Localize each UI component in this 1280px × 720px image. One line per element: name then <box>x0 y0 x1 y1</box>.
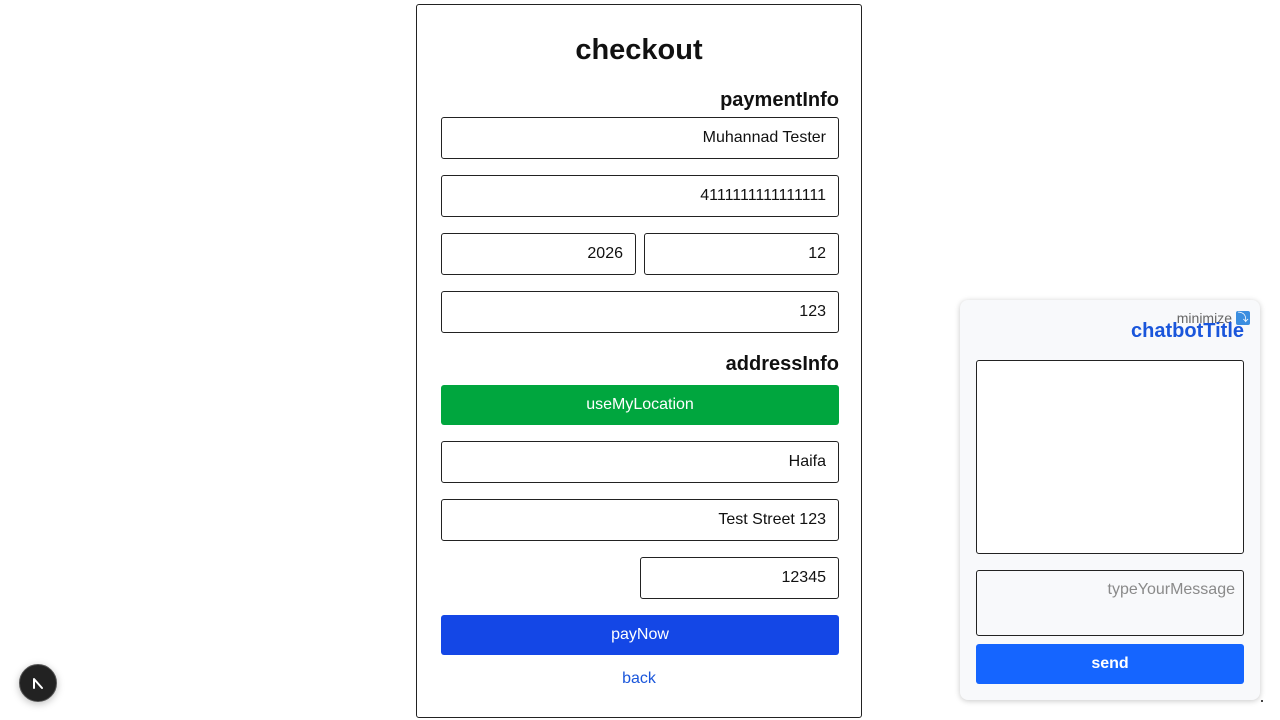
street-input[interactable] <box>441 499 839 541</box>
city-input[interactable] <box>441 441 839 483</box>
zip-input[interactable] <box>640 557 839 599</box>
chat-message-input[interactable] <box>976 570 1244 636</box>
pay-now-label: payNow <box>611 626 669 643</box>
card-number-input[interactable] <box>441 175 839 217</box>
checkout-card: checkout paymentInfo addressInfo useMyLo… <box>416 4 862 718</box>
stray-dot <box>1261 700 1263 702</box>
cvv-input[interactable] <box>441 291 839 333</box>
send-button[interactable]: send <box>976 644 1244 684</box>
expiry-year-input[interactable] <box>441 233 636 275</box>
address-info-heading: addressInfo <box>725 353 839 375</box>
expiry-month-input[interactable] <box>644 233 839 275</box>
back-link[interactable]: back <box>417 669 861 689</box>
page-title: checkout <box>575 34 703 66</box>
cardholder-name-input[interactable] <box>441 117 839 159</box>
use-my-location-label: useMyLocation <box>586 396 694 413</box>
use-my-location-button[interactable]: useMyLocation <box>441 385 839 425</box>
pay-now-button[interactable]: payNow <box>441 615 839 655</box>
payment-info-heading: paymentInfo <box>720 89 839 111</box>
chatbot-widget: minimize ⤵ chatbotTitle send <box>960 300 1260 700</box>
dev-tools-badge[interactable] <box>19 664 57 702</box>
chatbot-title: chatbotTitle <box>1131 320 1244 342</box>
chat-messages-panel <box>976 360 1244 554</box>
send-label: send <box>1091 655 1129 672</box>
n-logo-icon <box>33 678 43 689</box>
